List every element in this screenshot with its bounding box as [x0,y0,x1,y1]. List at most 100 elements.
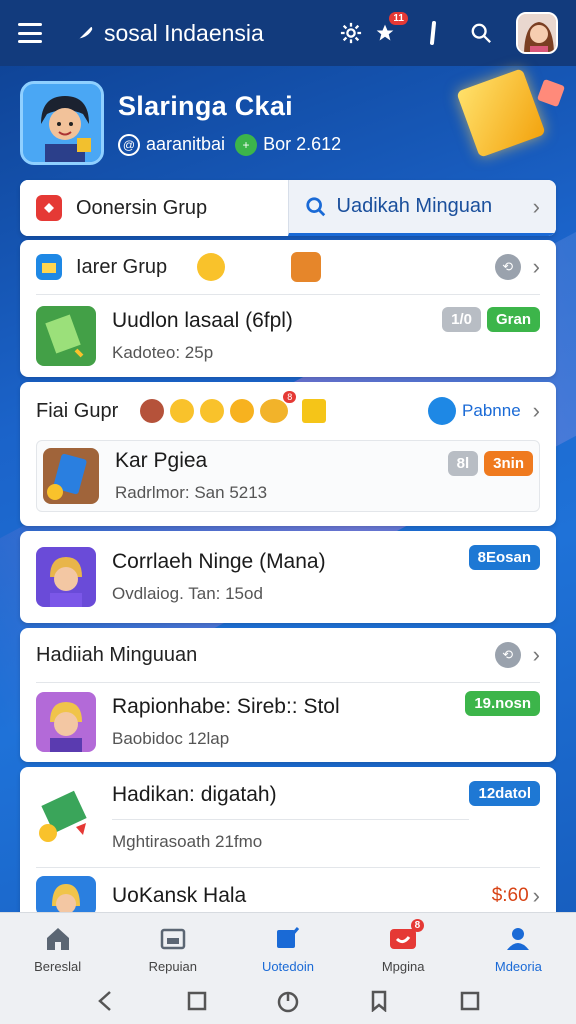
status-badge[interactable]: 12datol [469,781,540,806]
item-title: Rapionhabe: Sireb:: Stol [112,695,340,718]
group-title: Iarer Grup [76,255,168,278]
top-app-bar: sosal Indaensia 11 [0,0,576,66]
item-thumbnail [43,448,99,504]
group-title: Hadiiah Minguuan [36,643,198,666]
tab-bar: Oonersin Grup Uadikah Minguan › [20,180,556,236]
status-badge[interactable]: Gran [486,307,540,332]
search-icon [305,196,325,216]
list-item[interactable]: Hadikan: digatah) Mghtirasoath 21fmo 12d… [20,767,556,867]
settings-gear-icon[interactable] [338,20,364,46]
bookmark-icon[interactable] [366,988,392,1014]
profile-handle: aaranitbai [146,134,226,154]
star-icon [170,399,195,423]
group-card-fiai: Fiai Gupr 8 Pabnne › Kar Pgiea Radrlmor:… [20,382,556,526]
status-badge[interactable]: 3nin [484,451,533,476]
item-title: Corrlaeh Ninge (Mana) [112,550,326,573]
link-icon[interactable]: ⟲ [494,254,521,280]
item-thumbnail [36,876,96,916]
info-icon[interactable] [420,20,446,46]
star-notification-icon[interactable]: 11 [372,12,408,46]
hamburger-menu-icon[interactable] [18,23,42,43]
nav-item-games[interactable]: 8 Mpgina [348,919,458,974]
chevron-right-icon: › [532,193,540,219]
link-icon[interactable]: ⟲ [494,642,521,668]
group-card-hadikan: Hadikan: digatah) Mghtirasoath 21fmo 12d… [20,767,556,927]
item-title: Uudlon lasaal (6fpl) [112,309,293,332]
item-thumbnail [36,787,96,847]
coin-stack-icon: 8 [260,391,297,423]
list-item[interactable]: Uudlon lasaal (6fpl) Kadoteo: 25p 1/0 Gr… [20,295,556,377]
notification-badge: 11 [389,12,408,25]
group-card-hadiiah: Hadiiah Minguuan ⟲ › Rapionhabe: Sireb::… [20,628,556,762]
back-icon[interactable] [93,988,119,1014]
home-icon [43,923,73,953]
chevron-right-icon[interactable]: › [533,398,540,424]
leaf-link-icon [428,397,457,425]
app-brand: sosal Indaensia [76,20,264,47]
nav-badge: 8 [410,919,425,932]
group-header[interactable]: Hadiiah Minguuan ⟲ › [20,628,556,682]
group-header[interactable]: Iarer Grup ⟲ › [20,240,556,294]
coin-icon [230,399,255,423]
system-navigation-bar [0,974,576,1014]
item-title: Hadikan: digatah) [112,782,277,806]
user-avatar[interactable] [516,12,558,54]
item-subtitle: Ovdlaiog. Tan: 15od [112,584,263,603]
coin-badge: 8 [283,391,297,403]
item-subtitle: Mghtirasoath 21fmo [112,831,263,851]
nav-label: Mpgina [381,959,425,974]
profile-icon [503,923,533,953]
star-icon [200,399,225,423]
group-link[interactable]: Pabnne [462,401,521,421]
nav-item-store[interactable]: Repuian [118,923,228,974]
profile-points: Bor 2.612 [263,134,342,154]
nav-item-profile[interactable]: Mdeoria [463,923,573,974]
item-subtitle: Radrlmor: San 5213 [115,483,268,502]
recent-square-icon[interactable] [457,988,483,1014]
search-icon[interactable] [468,20,494,46]
handle-icon: @ [118,133,140,156]
group-card-iarer: Iarer Grup ⟲ › Uudlon lasaal (6fpl) Kado… [20,240,556,377]
plus-points-icon: + [235,133,258,156]
item-title: Kar Pgiea [115,449,208,472]
count-pill: 1/0 [442,307,481,332]
leaf-logo-icon [77,27,93,41]
item-thumbnail [36,692,96,752]
nav-label: Repuian [148,959,197,974]
star-coin-icon [197,253,226,281]
red-app-icon [36,195,62,221]
tab-uadikah-minguan[interactable]: Uadikah Minguan › [287,180,556,236]
count-pill: 8l [447,451,479,476]
chevron-right-icon[interactable]: › [533,642,540,668]
item-price: $:60 [491,885,529,906]
item-thumbnail [36,547,96,607]
group-card-corrlaeh: Corrlaeh Ninge (Mana) Ovdlaiog. Tan: 15o… [20,531,556,623]
pot-icon [140,399,165,423]
list-item[interactable]: Rapionhabe: Sireb:: Stol Baobidoc 12lap … [20,683,556,761]
nav-label: Uotedoin [261,959,314,974]
list-item[interactable]: Kar Pgiea Radrlmor: San 5213 8l 3nin [36,440,540,512]
tab-oonersin-grup[interactable]: Oonersin Grup [20,180,288,236]
profile-avatar[interactable] [20,81,104,165]
nav-item-compose[interactable]: Uotedoin [233,923,343,974]
chevron-right-icon[interactable]: › [533,254,540,280]
compose-icon [273,923,303,953]
status-badge[interactable]: 19.nosn [465,691,540,716]
item-subtitle: Kadoteo: 25p [112,343,214,362]
nav-item-home[interactable]: Bereslal [3,923,113,974]
overview-square-icon[interactable] [184,988,210,1014]
chevron-right-icon[interactable]: › [533,883,540,909]
nav-label: Mdeoria [494,959,542,974]
profile-name: Slaringa Ckai [118,90,293,121]
folder-icon [36,254,62,280]
item-thumbnail [36,306,96,366]
item-title: UoKansk Hala [112,884,247,907]
group-title: Fiai Gupr [36,399,119,422]
power-icon[interactable] [275,988,301,1014]
app-title: sosal Indaensia [104,19,264,46]
item-subtitle: Baobidoc 12lap [112,729,230,748]
group-header[interactable]: Fiai Gupr 8 Pabnne › [20,382,556,440]
gold-bar-icon [302,399,327,423]
status-badge[interactable]: 8Eosan [468,545,540,570]
list-item[interactable]: Corrlaeh Ninge (Mana) Ovdlaiog. Tan: 15o… [20,531,556,623]
